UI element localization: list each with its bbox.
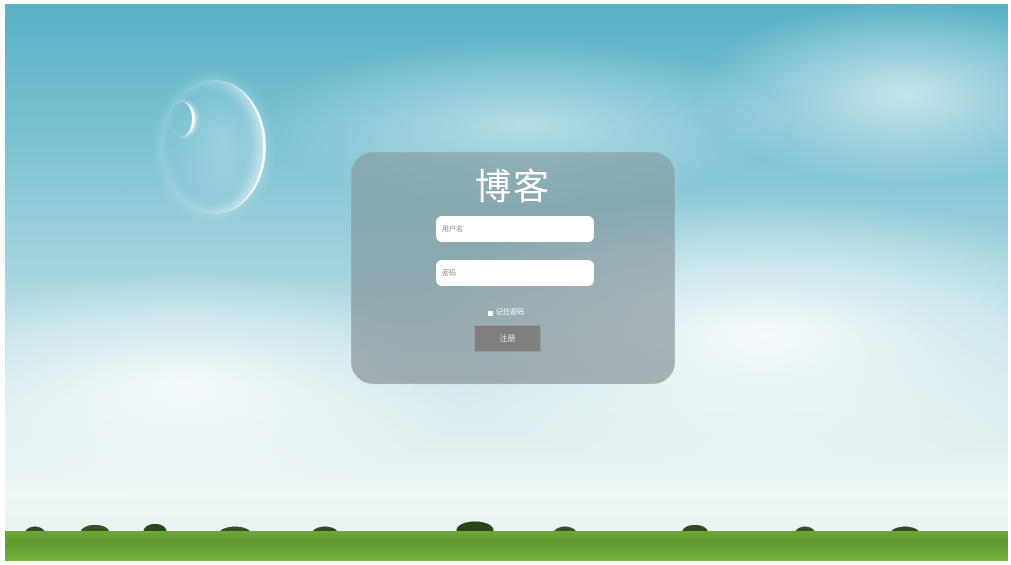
grass-field	[5, 531, 1008, 561]
page-title: 博客	[474, 167, 551, 208]
remember-password-option[interactable]: 记住密码	[488, 308, 524, 318]
login-card: 博客 记住密码 注册	[351, 152, 675, 384]
remember-label: 记住密码	[496, 309, 524, 316]
remember-checkbox[interactable]	[488, 310, 493, 316]
submit-button[interactable]: 注册	[474, 325, 541, 352]
background-landscape: 博客 记住密码 注册	[5, 4, 1008, 561]
planet-illustration	[163, 80, 266, 214]
password-input[interactable]	[436, 260, 594, 286]
moon-illustration	[170, 102, 195, 136]
username-input[interactable]	[436, 216, 594, 242]
